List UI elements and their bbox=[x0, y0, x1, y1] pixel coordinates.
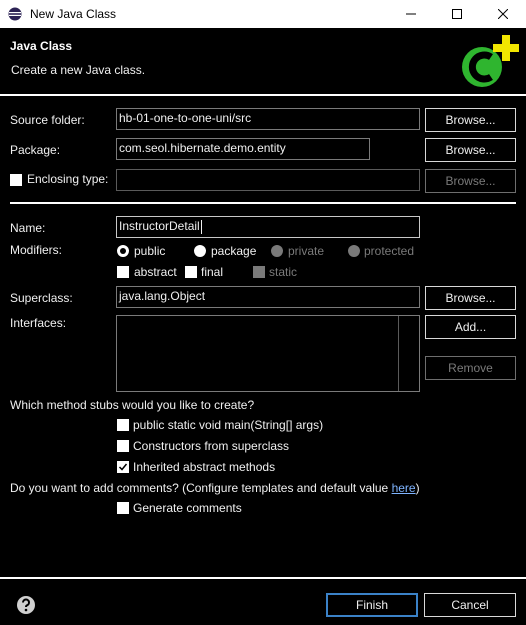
comments-question-end: ) bbox=[415, 481, 420, 495]
inherited-methods-checkbox-label: Inherited abstract methods bbox=[133, 460, 276, 474]
final-checkbox[interactable] bbox=[185, 266, 197, 278]
enclosing-type-label: Enclosing type: bbox=[27, 172, 109, 186]
finish-button[interactable]: Finish bbox=[326, 593, 418, 617]
name-label: Name: bbox=[10, 221, 46, 235]
public-radio-label: public bbox=[134, 244, 166, 258]
add-interface-button[interactable]: Add... bbox=[425, 315, 516, 339]
package-field[interactable]: com.seol.hibernate.demo.entity bbox=[116, 138, 370, 160]
static-checkbox-label: static bbox=[269, 265, 298, 279]
help-icon[interactable] bbox=[16, 595, 36, 615]
abstract-checkbox[interactable] bbox=[117, 266, 129, 278]
constructors-checkbox-label: Constructors from superclass bbox=[133, 439, 290, 453]
package-radio-label: package bbox=[211, 244, 257, 258]
name-value: InstructorDetail bbox=[119, 219, 200, 233]
final-checkbox-label: final bbox=[201, 265, 224, 279]
main-method-checkbox[interactable] bbox=[117, 419, 129, 431]
constructors-checkbox[interactable] bbox=[117, 440, 129, 452]
footer-separator bbox=[0, 577, 526, 579]
package-browse-button[interactable]: Browse... bbox=[425, 138, 516, 162]
comments-question: Do you want to add comments? (Configure … bbox=[10, 481, 420, 495]
name-field[interactable]: InstructorDetail bbox=[116, 216, 420, 238]
package-label: Package: bbox=[10, 143, 61, 157]
minimize-button[interactable] bbox=[388, 0, 434, 28]
close-button[interactable] bbox=[480, 0, 526, 28]
configure-templates-link[interactable]: here bbox=[392, 481, 416, 495]
page-title: Java Class bbox=[10, 39, 73, 53]
header-separator bbox=[0, 94, 526, 96]
cancel-button[interactable]: Cancel bbox=[424, 593, 516, 617]
source-folder-label: Source folder: bbox=[10, 113, 85, 127]
window-title: New Java Class bbox=[30, 7, 117, 21]
minimize-icon bbox=[406, 13, 416, 15]
superclass-browse-button[interactable]: Browse... bbox=[425, 286, 516, 310]
enclosing-type-field[interactable] bbox=[116, 169, 420, 191]
interfaces-label: Interfaces: bbox=[10, 316, 67, 330]
interfaces-list-scrollbar[interactable] bbox=[398, 316, 399, 391]
generate-comments-checkbox[interactable] bbox=[117, 502, 129, 514]
superclass-label: Superclass: bbox=[10, 291, 73, 305]
inherited-methods-checkbox[interactable] bbox=[117, 461, 129, 473]
private-radio[interactable] bbox=[271, 245, 283, 257]
text-caret bbox=[200, 219, 202, 234]
page-subtitle: Create a new Java class. bbox=[11, 63, 146, 77]
section-separator bbox=[10, 202, 516, 204]
eclipse-icon bbox=[8, 7, 22, 21]
enclosing-type-checkbox[interactable] bbox=[10, 174, 22, 186]
protected-radio[interactable] bbox=[348, 245, 360, 257]
abstract-checkbox-label: abstract bbox=[134, 265, 177, 279]
radio-selected-dot bbox=[120, 248, 126, 254]
interfaces-list[interactable] bbox=[116, 315, 420, 392]
source-folder-field[interactable]: hb-01-one-to-one-uni/src bbox=[116, 108, 420, 130]
superclass-field[interactable]: java.lang.Object bbox=[116, 286, 420, 308]
modifiers-label: Modifiers: bbox=[10, 243, 63, 257]
maximize-icon bbox=[452, 9, 462, 19]
source-folder-browse-button[interactable]: Browse... bbox=[425, 108, 516, 132]
private-radio-label: private bbox=[288, 244, 325, 258]
checkmark-icon bbox=[118, 463, 128, 471]
window-titlebar: New Java Class bbox=[0, 0, 526, 28]
comments-question-text: Do you want to add comments? (Configure … bbox=[10, 481, 392, 495]
method-stubs-question: Which method stubs would you like to cre… bbox=[10, 398, 255, 412]
maximize-button[interactable] bbox=[434, 0, 480, 28]
enclosing-type-browse-button[interactable]: Browse... bbox=[425, 169, 516, 193]
package-radio[interactable] bbox=[194, 245, 206, 257]
main-method-checkbox-label: public static void main(String[] args) bbox=[133, 418, 324, 432]
public-radio[interactable] bbox=[117, 245, 129, 257]
new-class-icon bbox=[462, 35, 519, 87]
static-checkbox[interactable] bbox=[253, 266, 265, 278]
generate-comments-checkbox-label: Generate comments bbox=[133, 501, 242, 515]
close-icon bbox=[498, 9, 508, 19]
protected-radio-label: protected bbox=[364, 244, 415, 258]
remove-interface-button[interactable]: Remove bbox=[425, 356, 516, 380]
